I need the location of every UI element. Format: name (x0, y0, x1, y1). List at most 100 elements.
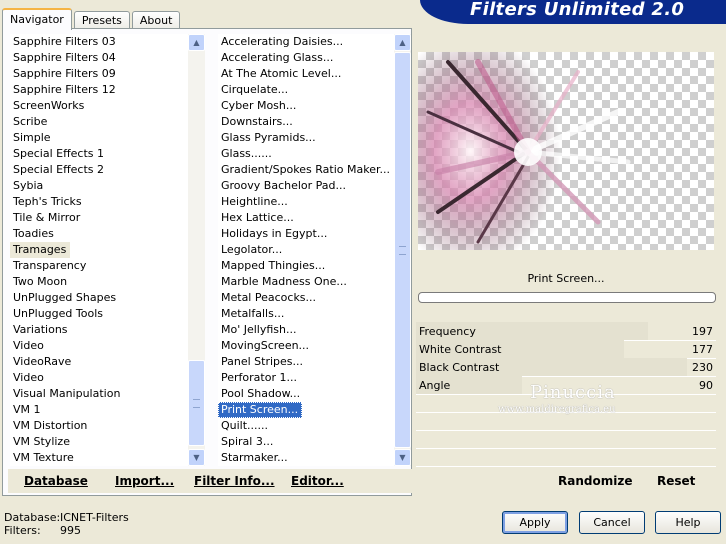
filter-item[interactable]: Print Screen... (218, 402, 303, 418)
category-item[interactable]: Special Effects 2 (10, 162, 188, 178)
category-item[interactable]: Simple (10, 130, 188, 146)
status-database-value: ICNET-Filters (60, 511, 129, 524)
param-label: Frequency (419, 325, 476, 338)
filter-item[interactable]: Panel Stripes... (218, 354, 394, 370)
param-row-empty (416, 413, 716, 431)
filter-item[interactable]: Accelerating Glass... (218, 50, 394, 66)
category-item[interactable]: Video (10, 370, 188, 386)
param-row[interactable]: Black Contrast 230 (416, 358, 716, 377)
filter-item[interactable]: Quilt...... (218, 418, 394, 434)
category-item[interactable]: Teph's Tricks (10, 194, 188, 210)
filter-item[interactable]: Spiral 3... (218, 434, 394, 450)
filter-item[interactable]: Holidays in Egypt... (218, 226, 394, 242)
reset-button[interactable]: Reset (657, 474, 695, 488)
filter-item[interactable]: Hex Lattice... (218, 210, 394, 226)
filter-item[interactable]: Glass Pyramids... (218, 130, 394, 146)
category-item[interactable]: Sapphire Filters 09 (10, 66, 188, 82)
filter-item[interactable]: Perforator 1... (218, 370, 394, 386)
database-link[interactable]: Database (24, 474, 88, 488)
window-title: Filters Unlimited 2.0 (470, 0, 685, 20)
preview-artwork (418, 52, 631, 250)
category-item[interactable]: VM Distortion (10, 418, 188, 434)
selected-filter-name: Print Screen... (418, 268, 714, 290)
filter-item[interactable]: Downstairs... (218, 114, 394, 130)
scroll-down-arrow-icon[interactable]: ▼ (188, 449, 205, 466)
status-filters-label: Filters: (4, 524, 41, 537)
preview-image (418, 52, 714, 250)
scroll-up-arrow-icon[interactable]: ▲ (188, 34, 205, 51)
status-filters-value: 995 (60, 524, 81, 537)
filter-list[interactable]: Accelerating Daisies... Accelerating Glas… (218, 34, 394, 466)
apply-button[interactable]: Apply (502, 511, 568, 534)
category-item[interactable]: Sapphire Filters 04 (10, 50, 188, 66)
filter-item[interactable]: Mapped Thingies... (218, 258, 394, 274)
filter-item[interactable]: MovingScreen... (218, 338, 394, 354)
param-label: Angle (419, 379, 451, 392)
param-value: 197 (692, 325, 713, 338)
filter-item[interactable]: Glass...... (218, 146, 394, 162)
category-item[interactable]: Variations (10, 322, 188, 338)
filter-scrollbar[interactable]: ▲ ▼ (394, 34, 411, 466)
category-item[interactable]: Special Effects 1 (10, 146, 188, 162)
category-item[interactable]: VideoRave (10, 354, 188, 370)
param-value: 230 (692, 361, 713, 374)
category-item[interactable]: Tramages (10, 242, 71, 258)
param-value: 177 (692, 343, 713, 356)
category-item[interactable]: ScreenWorks (10, 98, 188, 114)
category-item[interactable]: Sapphire Filters 03 (10, 34, 188, 50)
filter-item[interactable]: Legolator... (218, 242, 394, 258)
cancel-button[interactable]: Cancel (579, 511, 645, 534)
tab-strip: Navigator Presets About (2, 6, 182, 30)
category-item[interactable]: Sapphire Filters 12 (10, 82, 188, 98)
category-item[interactable]: Toadies (10, 226, 188, 242)
param-label: White Contrast (419, 343, 502, 356)
param-value: 90 (699, 379, 713, 392)
filter-item[interactable]: Cyber Mosh... (218, 98, 394, 114)
category-item[interactable]: VM 1 (10, 402, 188, 418)
category-item[interactable]: Video (10, 338, 188, 354)
scroll-thumb[interactable] (188, 360, 205, 446)
category-item[interactable]: Sybia (10, 178, 188, 194)
randomize-button[interactable]: Randomize (558, 474, 632, 488)
filter-item[interactable]: Accelerating Daisies... (218, 34, 394, 50)
tab-navigator[interactable]: Navigator (2, 8, 72, 30)
filter-item[interactable]: Groovy Bachelor Pad... (218, 178, 394, 194)
scroll-down-arrow-icon[interactable]: ▼ (394, 449, 411, 466)
progress-bar (418, 292, 716, 303)
scroll-thumb[interactable] (394, 52, 411, 448)
help-button[interactable]: Help (655, 511, 721, 534)
category-item[interactable]: Two Moon (10, 274, 188, 290)
filter-item[interactable]: Cirquelate... (218, 82, 394, 98)
category-item[interactable]: Visual Manipulation (10, 386, 188, 402)
param-row[interactable]: White Contrast 177 (416, 340, 716, 359)
filter-item[interactable]: Heightline... (218, 194, 394, 210)
scroll-up-arrow-icon[interactable]: ▲ (394, 34, 411, 51)
category-list[interactable]: Sapphire Filters 03 Sapphire Filters 04 Sa… (10, 34, 188, 466)
filter-item[interactable]: Mo' Jellyfish... (218, 322, 394, 338)
category-item[interactable]: Scribe (10, 114, 188, 130)
filter-item[interactable]: Marble Madness One... (218, 274, 394, 290)
filter-item[interactable]: Starmaker... (218, 450, 394, 466)
status-database: Database: ICNET-Filters (4, 511, 129, 524)
editor-link[interactable]: Editor... (291, 474, 344, 488)
import-link[interactable]: Import... (115, 474, 174, 488)
watermark-site: www.maidiregrafica.eu (498, 404, 616, 415)
filter-info-link[interactable]: Filter Info... (194, 474, 275, 488)
category-item[interactable]: VM Texture (10, 450, 188, 466)
category-item[interactable]: UnPlugged Tools (10, 306, 188, 322)
param-row-empty (416, 431, 716, 449)
filter-item[interactable]: At The Atomic Level... (218, 66, 394, 82)
param-row[interactable]: Frequency 197 (416, 322, 716, 341)
param-label: Black Contrast (419, 361, 500, 374)
param-row-empty (416, 449, 716, 467)
filter-item[interactable]: Pool Shadow... (218, 386, 394, 402)
status-database-label: Database: (4, 511, 61, 524)
filter-item[interactable]: Metal Peacocks... (218, 290, 394, 306)
category-item[interactable]: Tile & Mirror (10, 210, 188, 226)
category-item[interactable]: UnPlugged Shapes (10, 290, 188, 306)
filter-item[interactable]: Gradient/Spokes Ratio Maker... (218, 162, 394, 178)
category-scrollbar[interactable]: ▲ ▼ (188, 34, 205, 466)
category-item[interactable]: VM Stylize (10, 434, 188, 450)
category-item[interactable]: Transparency (10, 258, 188, 274)
filter-item[interactable]: Metalfalls... (218, 306, 394, 322)
